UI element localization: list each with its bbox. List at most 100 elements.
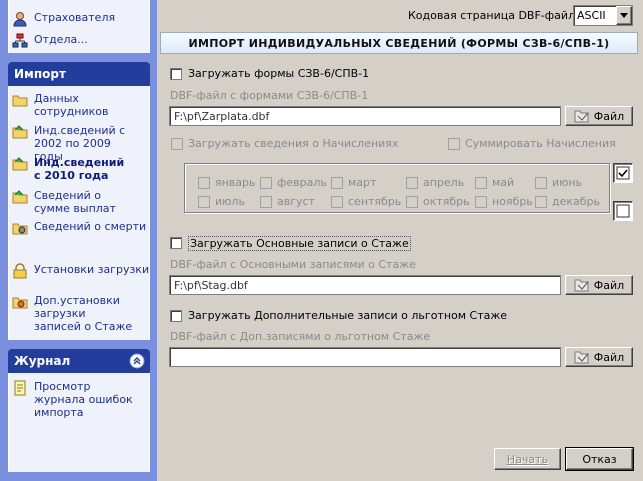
sidebar-item-death[interactable]: Сведений о смерти: [12, 220, 146, 236]
user-icon: [13, 12, 27, 27]
month-checkbox[interactable]: [475, 195, 487, 208]
sidebar-item-extra-settings[interactable]: Доп.установки загрузки записей о Стаже: [12, 294, 134, 333]
month-label: март: [348, 176, 377, 189]
month-checkbox[interactable]: [406, 176, 418, 189]
codepage-value: ASCII: [577, 9, 606, 22]
org-chart-icon: [12, 33, 28, 48]
month-aug[interactable]: август: [260, 195, 315, 208]
month-sep[interactable]: сентябрь: [331, 195, 401, 208]
month-checkbox[interactable]: [475, 176, 487, 189]
folder-settings-icon: [12, 297, 28, 309]
sidebar-item-department[interactable]: Отдела...: [12, 33, 88, 49]
lock-icon: [13, 263, 27, 279]
month-apr[interactable]: апрель: [406, 176, 464, 189]
szv-file-input[interactable]: F:\pf\Zarplata.dbf: [169, 106, 561, 126]
sidebar-item-info-2010[interactable]: Инд.сведений с 2010 года: [12, 156, 134, 182]
month-feb[interactable]: февраль: [260, 176, 327, 189]
sidebar-item-load-settings[interactable]: Установки загрузки: [12, 263, 149, 279]
sum-accruals-label: Суммировать Начисления: [465, 137, 616, 150]
load-szv-label: Загружать формы СЗВ-6/СПВ-1: [188, 67, 370, 80]
folder-icon: [12, 223, 28, 235]
month-oct[interactable]: октябрь: [406, 195, 470, 208]
start-button[interactable]: Начать: [494, 448, 561, 470]
month-label: октябрь: [423, 195, 470, 208]
checkmark-icon: [616, 166, 630, 180]
sidebar-item-label: Сведений о сумме выплат: [34, 189, 116, 215]
load-accruals-label: Загружать сведения о Начислениях: [188, 137, 399, 150]
month-checkbox[interactable]: [406, 195, 418, 208]
load-szv-checkbox[interactable]: [170, 68, 182, 80]
extra-records-file-button-label: Файл: [593, 350, 625, 364]
open-folder-icon: [574, 351, 589, 364]
month-checkbox[interactable]: [331, 176, 343, 189]
extra-records-file-button[interactable]: Файл: [565, 347, 633, 367]
sidebar-item-insurer[interactable]: Страхователя: [12, 11, 115, 27]
cancel-button[interactable]: Отказ: [565, 447, 634, 471]
load-accruals-checkbox[interactable]: [171, 138, 183, 150]
month-checkbox[interactable]: [535, 195, 547, 208]
month-dec[interactable]: декабрь: [535, 195, 600, 208]
month-checkbox[interactable]: [535, 176, 547, 189]
clear-months-button[interactable]: [613, 201, 633, 221]
journal-section-header[interactable]: Журнал: [8, 349, 150, 373]
month-jun[interactable]: июнь: [535, 176, 582, 189]
sidebar-item-label: Доп.установки загрузки записей о Стаже: [34, 294, 133, 333]
sidebar-item-label: Данных сотрудников: [34, 92, 109, 118]
sidebar: Страхователя Отдела... Импорт Данных сот…: [0, 0, 157, 481]
select-all-months-button[interactable]: [613, 163, 633, 183]
month-checkbox[interactable]: [260, 176, 272, 189]
szv-file-label: DBF-файл с формами СЗВ-6/СПВ-1: [170, 89, 369, 102]
load-extra-records-checkbox[interactable]: [170, 310, 182, 322]
month-label: май: [492, 176, 515, 189]
month-checkbox[interactable]: [260, 195, 272, 208]
month-mar[interactable]: март: [331, 176, 376, 189]
extra-records-file-label: DBF-файл с Доп.записями о льготном Стаже: [170, 330, 431, 343]
codepage-select[interactable]: ASCII: [573, 5, 633, 26]
month-label: январь: [215, 176, 256, 189]
notepad-icon: [14, 380, 26, 396]
month-checkbox[interactable]: [331, 195, 343, 208]
sidebar-item-error-log[interactable]: Просмотр журнала ошибок импорта: [12, 380, 134, 419]
load-main-records-checkbox[interactable]: [170, 237, 182, 249]
month-label: сентябрь: [348, 195, 402, 208]
codepage-dropdown-button[interactable]: [616, 6, 632, 25]
main-records-file-label: DBF-файл с Основными записями о Стаже: [170, 258, 416, 271]
sidebar-item-label: Установки загрузки: [34, 263, 150, 276]
sum-accruals-checkbox[interactable]: [448, 138, 460, 150]
main-records-file-input[interactable]: F:\pf\Stag.dbf: [169, 275, 561, 295]
szv-file-button-label: Файл: [593, 109, 625, 123]
import-section-title: Импорт: [14, 67, 66, 81]
load-main-records-label: Загружать Основные записи о Стаже: [188, 236, 411, 251]
folder-green-icon: [12, 190, 28, 204]
month-label: февраль: [277, 176, 327, 189]
main-records-file-button-label: Файл: [593, 278, 625, 292]
journal-section-title: Журнал: [14, 354, 71, 368]
month-checkbox[interactable]: [198, 195, 210, 208]
month-label: август: [277, 195, 315, 208]
month-checkbox[interactable]: [198, 176, 210, 189]
main-content: Кодовая страница DBF-файлов: ASCII ИМПОР…: [157, 0, 643, 481]
month-label: июнь: [552, 176, 583, 189]
import-section-header[interactable]: Импорт: [8, 62, 150, 86]
month-may[interactable]: май: [475, 176, 514, 189]
extra-records-file-input[interactable]: [169, 347, 561, 367]
month-jan[interactable]: январь: [198, 176, 256, 189]
load-extra-records-label: Загружать Дополнительные записи о льготн…: [188, 309, 508, 322]
month-label: апрель: [423, 176, 465, 189]
month-label: ноябрь: [492, 195, 533, 208]
collapse-chevron-icon[interactable]: [129, 353, 145, 369]
codepage-label: Кодовая страница DBF-файлов:: [408, 9, 593, 22]
sidebar-item-payments[interactable]: Сведений о сумме выплат: [12, 189, 134, 215]
folder-icon: [12, 95, 28, 107]
sidebar-item-employees[interactable]: Данных сотрудников: [12, 92, 130, 118]
empty-square-icon: [616, 204, 630, 218]
cancel-button-label: Отказ: [582, 452, 617, 466]
sidebar-item-label: Просмотр журнала ошибок импорта: [34, 380, 133, 419]
month-jul[interactable]: июль: [198, 195, 245, 208]
main-records-file-button[interactable]: Файл: [565, 275, 633, 295]
sidebar-item-label: Сведений о смерти: [34, 220, 147, 233]
month-nov[interactable]: ноябрь: [475, 195, 533, 208]
folder-green-icon: [12, 125, 28, 139]
month-label: июль: [215, 195, 245, 208]
szv-file-button[interactable]: Файл: [565, 106, 633, 126]
